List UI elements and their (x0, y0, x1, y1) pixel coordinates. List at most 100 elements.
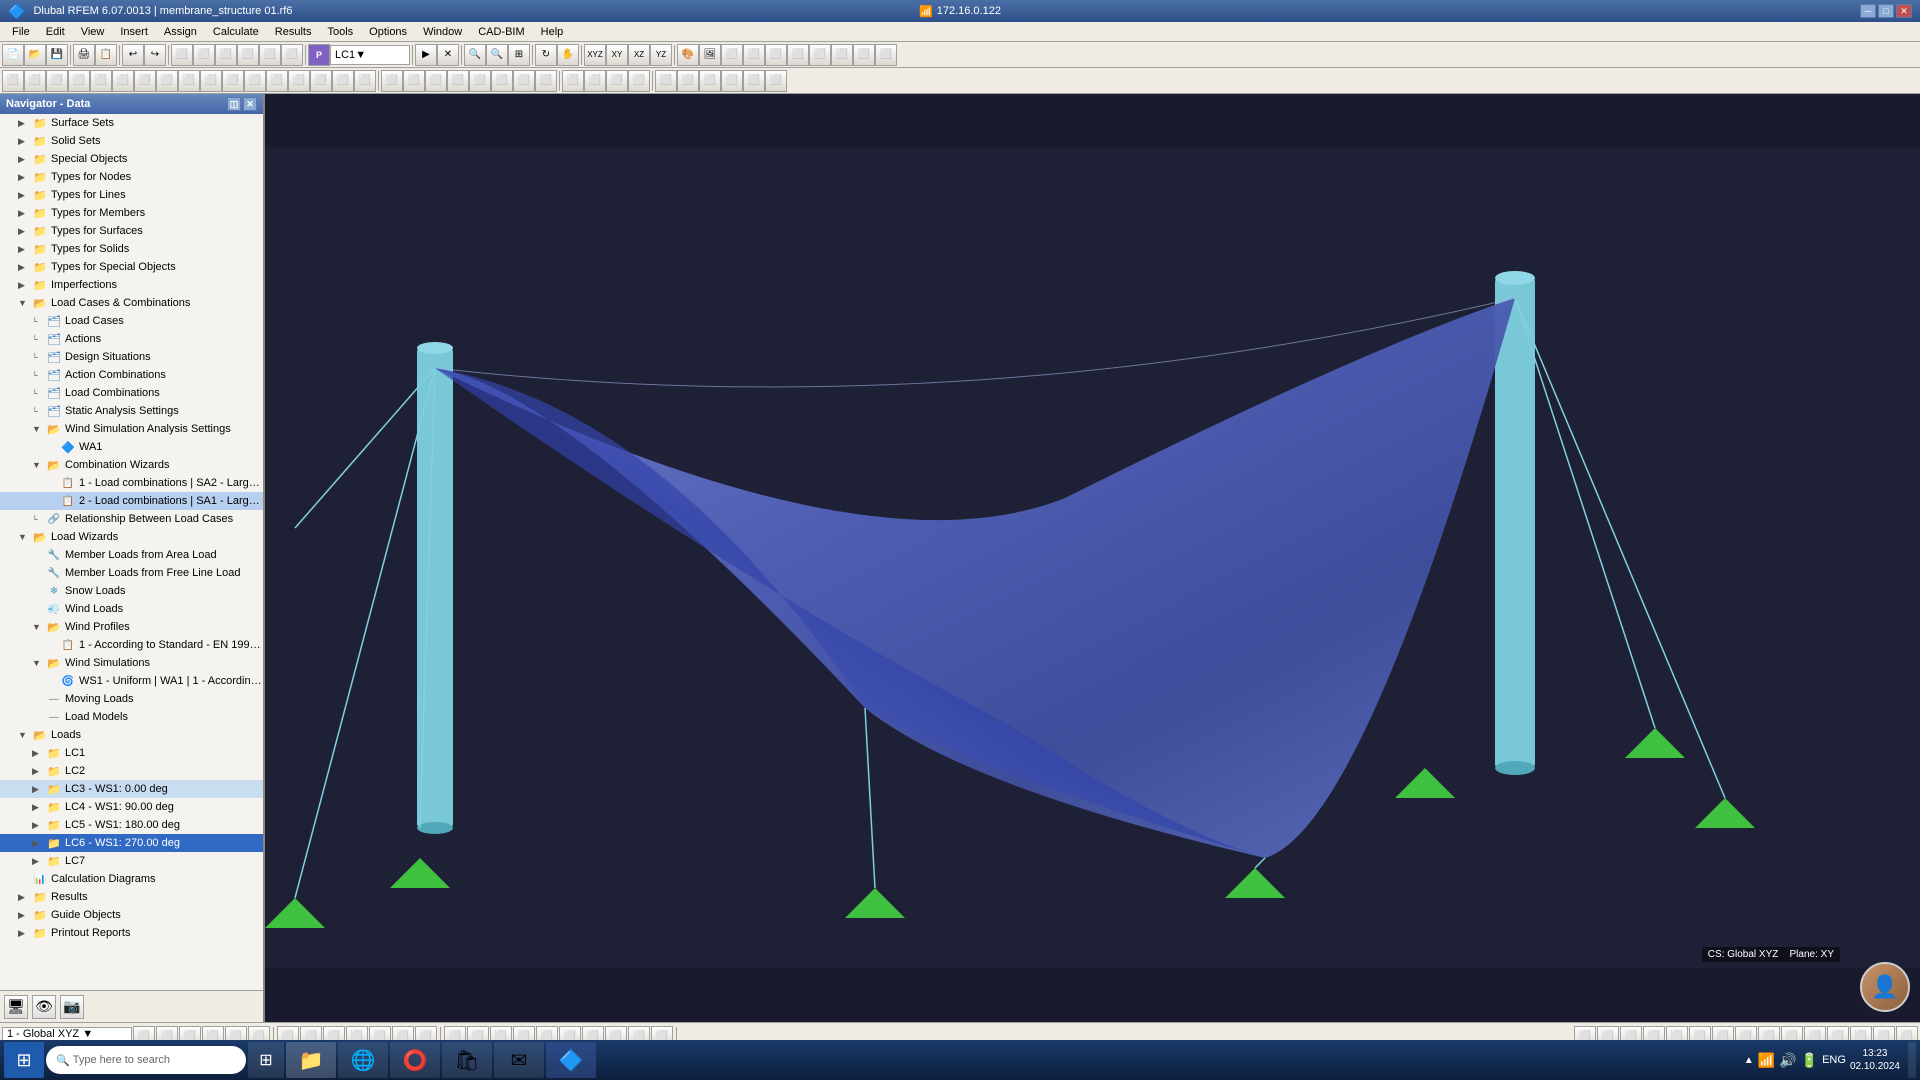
tree-item-guide-objects[interactable]: ▶ 📁 Guide Objects (0, 906, 263, 924)
tree-item-member-loads-line[interactable]: 🔧 Member Loads from Free Line Load (0, 564, 263, 582)
tb2-8[interactable]: ⬜ (156, 70, 178, 92)
tb2-27[interactable]: ⬜ (584, 70, 606, 92)
tb-render2[interactable]: 🖼 (699, 44, 721, 66)
menu-window[interactable]: Window (415, 24, 470, 40)
close-button[interactable]: ✕ (1896, 4, 1912, 18)
tree-item-types-lines[interactable]: ▶ 📁 Types for Lines (0, 186, 263, 204)
tb2-20[interactable]: ⬜ (425, 70, 447, 92)
tree-item-imperfections[interactable]: ▶ 📁 Imperfections (0, 276, 263, 294)
menu-file[interactable]: File (4, 24, 38, 40)
tb2-28[interactable]: ⬜ (606, 70, 628, 92)
tree-item-load-cases-combs[interactable]: ▼ 📂 Load Cases & Combinations (0, 294, 263, 312)
viewport[interactable]: CS: Global XYZ Plane: XY 👤 (265, 94, 1920, 1022)
tb2-3[interactable]: ⬜ (46, 70, 68, 92)
tb2-29[interactable]: ⬜ (628, 70, 650, 92)
taskbar-app-chrome[interactable]: ⭕ (390, 1042, 440, 1078)
tree-item-load-models[interactable]: — Load Models (0, 708, 263, 726)
tb-xyz[interactable]: XYZ (584, 44, 606, 66)
tree-item-actions[interactable]: └ 🗂 Actions (0, 330, 263, 348)
tree-item-load-wizards[interactable]: ▼ 📂 Load Wizards (0, 528, 263, 546)
tb-yz[interactable]: YZ (650, 44, 672, 66)
tree-item-lc4[interactable]: ▶ 📁 LC4 - WS1: 90.00 deg (0, 798, 263, 816)
tree-item-design-situations[interactable]: └ 🗂 Design Situations (0, 348, 263, 366)
tree-item-load-combinations[interactable]: └ 🗂 Load Combinations (0, 384, 263, 402)
tb-save[interactable]: 💾 (46, 44, 68, 66)
menu-view[interactable]: View (73, 24, 113, 40)
tb2-25[interactable]: ⬜ (535, 70, 557, 92)
tb2-34[interactable]: ⬜ (743, 70, 765, 92)
tb2-14[interactable]: ⬜ (288, 70, 310, 92)
tree-item-lc1[interactable]: ▶ 📁 LC1 (0, 744, 263, 762)
tb2-16[interactable]: ⬜ (332, 70, 354, 92)
tb-pan[interactable]: ✋ (557, 44, 579, 66)
menu-assign[interactable]: Assign (156, 24, 205, 40)
tb-zoom-out[interactable]: 🔍 (486, 44, 508, 66)
tree-item-wind-profiles[interactable]: ▼ 📂 Wind Profiles (0, 618, 263, 636)
lc-dropdown[interactable]: LC1 ▼ (330, 45, 410, 65)
nav-eye-btn[interactable]: 👁 (32, 995, 56, 1019)
tb-print[interactable]: 🖨 (73, 44, 95, 66)
taskbar-app-explorer[interactable]: 📁 (286, 1042, 336, 1078)
tree-item-special-objects[interactable]: ▶ 📁 Special Objects (0, 150, 263, 168)
tree-item-wind-sim-analysis[interactable]: ▼ 📂 Wind Simulation Analysis Settings (0, 420, 263, 438)
nav-float-btn[interactable]: ◫ (227, 97, 241, 111)
tree-item-lc3[interactable]: ▶ 📁 LC3 - WS1: 0.00 deg (0, 780, 263, 798)
tree-item-lc7[interactable]: ▶ 📁 LC7 (0, 852, 263, 870)
tree-item-types-nodes[interactable]: ▶ 📁 Types for Nodes (0, 168, 263, 186)
tree-item-wa1[interactable]: 🔷 WA1 (0, 438, 263, 456)
taskbar-app-rfem[interactable]: 🔷 (546, 1042, 596, 1078)
tree-item-types-surfaces[interactable]: ▶ 📁 Types for Surfaces (0, 222, 263, 240)
tb-zoom-all[interactable]: ⊞ (508, 44, 530, 66)
minimize-button[interactable]: ─ (1860, 4, 1876, 18)
tree-item-wind-loads[interactable]: 💨 Wind Loads (0, 600, 263, 618)
menu-results[interactable]: Results (267, 24, 320, 40)
start-button[interactable]: ⊞ (4, 1042, 44, 1078)
tree-item-results[interactable]: ▶ 📁 Results (0, 888, 263, 906)
tb-redo[interactable]: ↪ (144, 44, 166, 66)
tb2-13[interactable]: ⬜ (266, 70, 288, 92)
tb-btn7[interactable]: ⬜ (259, 44, 281, 66)
show-desktop-btn[interactable] (1908, 1042, 1916, 1078)
tb2-24[interactable]: ⬜ (513, 70, 535, 92)
tree-item-lc2[interactable]: ▶ 📁 LC2 (0, 762, 263, 780)
tree-item-solid-sets[interactable]: ▶ 📁 Solid Sets (0, 132, 263, 150)
tb2-30[interactable]: ⬜ (655, 70, 677, 92)
tree-item-surface-sets[interactable]: ▶ 📁 Surface Sets (0, 114, 263, 132)
tb2-7[interactable]: ⬜ (134, 70, 156, 92)
tb-print2[interactable]: 📋 (95, 44, 117, 66)
tb-btn3[interactable]: ⬜ (171, 44, 193, 66)
tree-item-action-combinations[interactable]: └ 🗂 Action Combinations (0, 366, 263, 384)
tb-btn8[interactable]: ⬜ (281, 44, 303, 66)
tray-up-icon[interactable]: ▲ (1744, 1055, 1754, 1066)
tb-new[interactable]: 📄 (2, 44, 24, 66)
tb2-2[interactable]: ⬜ (24, 70, 46, 92)
tree-item-wind-simulations[interactable]: ▼ 📂 Wind Simulations (0, 654, 263, 672)
tree-item-wind-profile1[interactable]: 📋 1 - According to Standard - EN 1991 CE… (0, 636, 263, 654)
tb-extra5[interactable]: ⬜ (809, 44, 831, 66)
tb-xy[interactable]: XY (606, 44, 628, 66)
tb-zoom-in[interactable]: 🔍 (464, 44, 486, 66)
tb-stop[interactable]: ✕ (437, 44, 459, 66)
menu-tools[interactable]: Tools (319, 24, 361, 40)
tb2-6[interactable]: ⬜ (112, 70, 134, 92)
tb-btn5[interactable]: ⬜ (215, 44, 237, 66)
tb-extra7[interactable]: ⬜ (853, 44, 875, 66)
tb-open[interactable]: 📂 (24, 44, 46, 66)
tree-item-moving-loads[interactable]: — Moving Loads (0, 690, 263, 708)
tb2-18[interactable]: ⬜ (381, 70, 403, 92)
tree-item-snow-loads[interactable]: ❄ Snow Loads (0, 582, 263, 600)
tb2-31[interactable]: ⬜ (677, 70, 699, 92)
tree-item-ws1[interactable]: 🌀 WS1 - Uniform | WA1 | 1 - According to… (0, 672, 263, 690)
tb-btn6[interactable]: ⬜ (237, 44, 259, 66)
tree-item-printout-reports[interactable]: ▶ 📁 Printout Reports (0, 924, 263, 942)
menu-options[interactable]: Options (361, 24, 415, 40)
menu-cad-bim[interactable]: CAD-BIM (470, 24, 532, 40)
tb2-1[interactable]: ⬜ (2, 70, 24, 92)
task-view-btn[interactable]: ⊞ (248, 1042, 284, 1078)
tree-item-calc-diagrams[interactable]: 📊 Calculation Diagrams (0, 870, 263, 888)
tb-run[interactable]: ▶ (415, 44, 437, 66)
search-bar[interactable]: 🔍 Type here to search (46, 1046, 246, 1074)
tb-extra2[interactable]: ⬜ (743, 44, 765, 66)
clock-display[interactable]: 13:23 02.10.2024 (1850, 1047, 1900, 1073)
tree-item-lc6[interactable]: ▶ 📁 LC6 - WS1: 270.00 deg (0, 834, 263, 852)
